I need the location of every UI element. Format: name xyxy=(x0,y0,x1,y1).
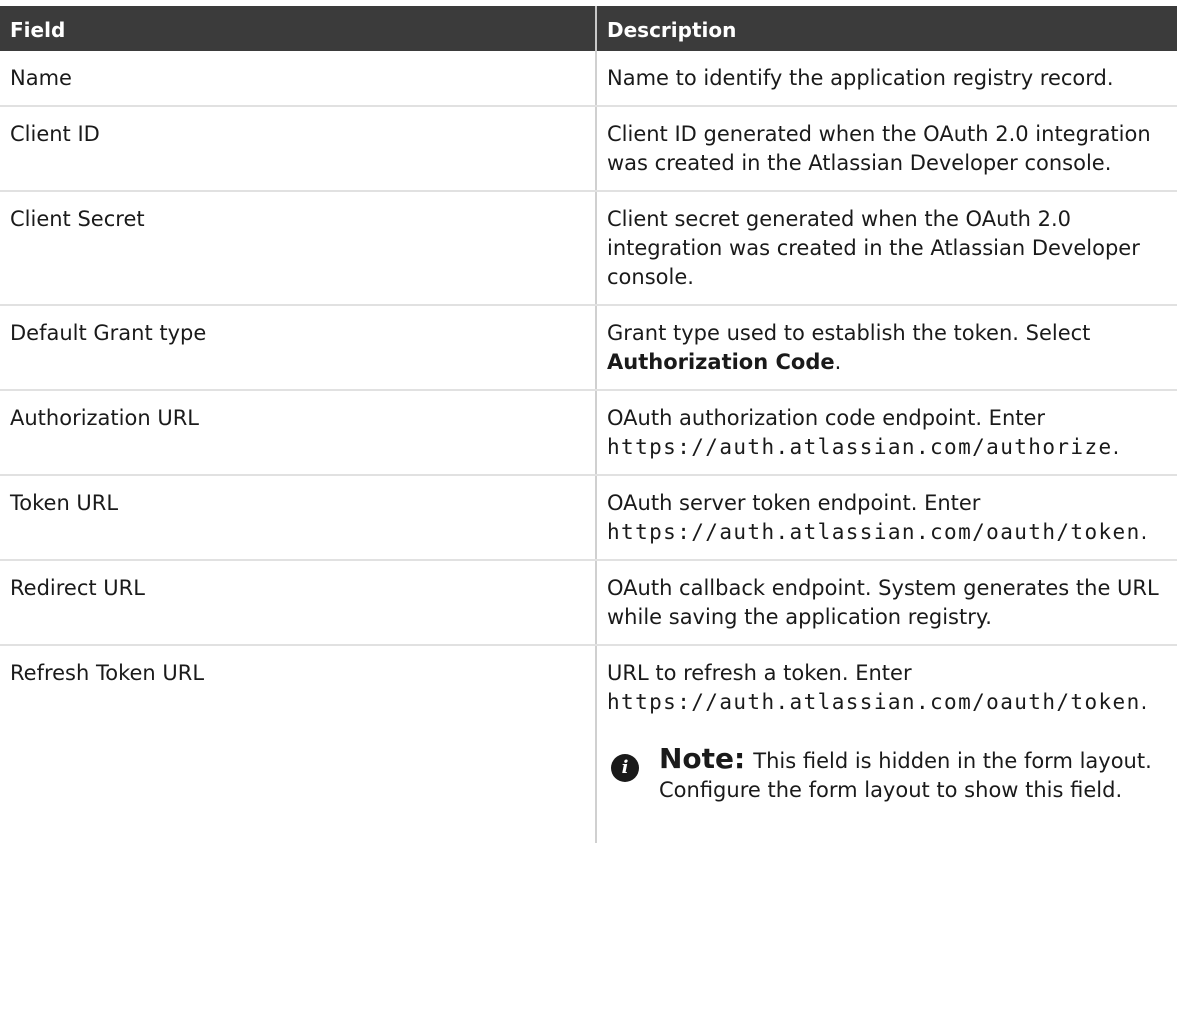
table-row: Token URL OAuth server token endpoint. E… xyxy=(0,475,1177,561)
field-name: Refresh Token URL xyxy=(0,645,597,843)
table-row: Client Secret Client secret generated wh… xyxy=(0,191,1177,306)
field-description: Client ID generated when the OAuth 2.0 i… xyxy=(596,106,1177,192)
description-period: . xyxy=(1112,435,1120,459)
authorization-url-code: https://auth.atlassian.com/authorize xyxy=(607,435,1113,459)
header-description: Description xyxy=(596,6,1177,51)
table-row: Refresh Token URL URL to refresh a token… xyxy=(0,645,1177,843)
description-period: . xyxy=(1140,520,1148,544)
table-row: Redirect URL OAuth callback endpoint. Sy… xyxy=(0,560,1177,646)
field-description: Name to identify the application registr… xyxy=(596,51,1177,107)
field-name: Client ID xyxy=(0,106,597,192)
table-row: Authorization URL OAuth authorization co… xyxy=(0,390,1177,476)
description-period: . xyxy=(834,350,842,374)
field-description: OAuth authorization code endpoint. Enter… xyxy=(596,390,1177,476)
field-description-table: Field Description Name Name to identify … xyxy=(0,6,1177,843)
description-text: OAuth authorization code endpoint. Enter xyxy=(607,406,1046,430)
header-field: Field xyxy=(0,6,597,51)
description-text: Grant type used to establish the token. … xyxy=(607,321,1091,345)
table-header-row: Field Description xyxy=(0,6,1177,51)
field-description: Grant type used to establish the token. … xyxy=(596,305,1177,391)
note-label: Note: xyxy=(659,742,746,775)
token-url-code: https://auth.atlassian.com/oauth/token xyxy=(607,520,1141,544)
field-name: Name xyxy=(0,51,597,107)
field-description: URL to refresh a token. Enter https://au… xyxy=(596,645,1177,843)
refresh-token-url-code: https://auth.atlassian.com/oauth/token xyxy=(607,690,1141,714)
field-description: OAuth server token endpoint. Enter https… xyxy=(596,475,1177,561)
table-row: Client ID Client ID generated when the O… xyxy=(0,106,1177,192)
refresh-token-description: URL to refresh a token. Enter https://au… xyxy=(607,659,1171,717)
description-period: . xyxy=(1140,690,1148,714)
option-authorization-code: Authorization Code xyxy=(607,350,835,374)
description-text: URL to refresh a token. Enter xyxy=(607,661,912,685)
field-description: OAuth callback endpoint. System generate… xyxy=(596,560,1177,646)
table-row: Default Grant type Grant type used to es… xyxy=(0,305,1177,391)
field-name: Default Grant type xyxy=(0,305,597,391)
note-callout: i Note: This field is hidden in the form … xyxy=(607,744,1171,831)
field-name: Authorization URL xyxy=(0,390,597,476)
field-name: Redirect URL xyxy=(0,560,597,646)
field-name: Client Secret xyxy=(0,191,597,306)
description-text: OAuth server token endpoint. Enter xyxy=(607,491,981,515)
table-row: Name Name to identify the application re… xyxy=(0,51,1177,107)
field-name: Token URL xyxy=(0,475,597,561)
info-icon: i xyxy=(611,754,639,782)
field-description: Client secret generated when the OAuth 2… xyxy=(596,191,1177,306)
